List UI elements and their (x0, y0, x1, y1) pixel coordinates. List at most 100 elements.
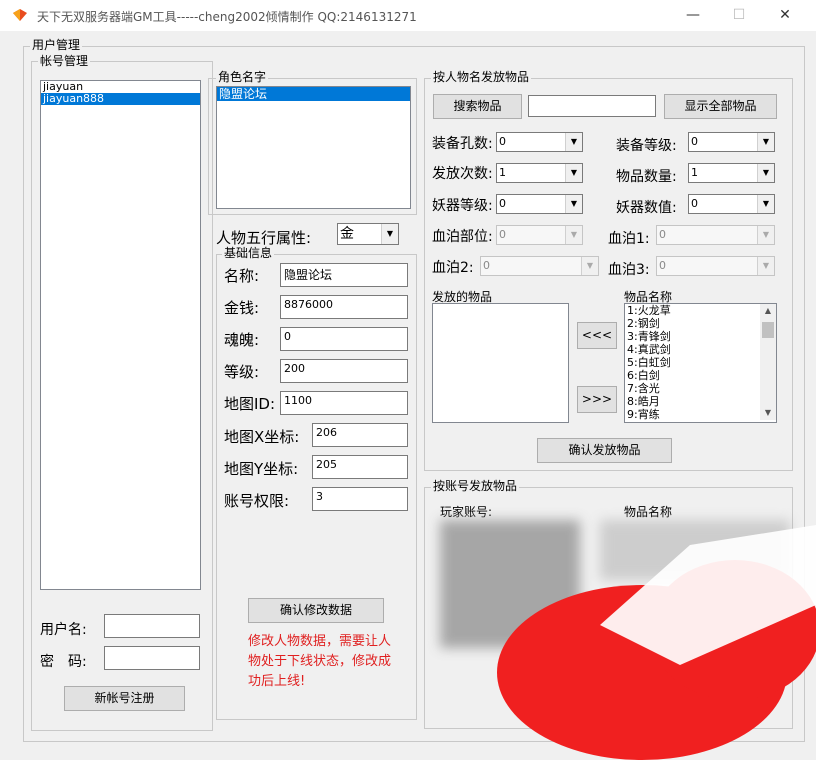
name-label: 名称: (224, 267, 260, 285)
chevron-down-icon[interactable]: ▼ (381, 224, 398, 244)
blood3-select: 0 ▼ (656, 256, 775, 276)
permission-input[interactable]: 3 (312, 487, 408, 511)
window-title: 天下无双服务器端GM工具-----cheng2002倾情制作 QQ:214613… (37, 10, 417, 24)
account-list-item-selected[interactable]: jiayuan888 (41, 93, 200, 105)
list-item[interactable]: 1:火龙草 (625, 304, 776, 317)
blood1-select: 0 ▼ (656, 225, 775, 245)
role-list-item-selected[interactable]: 隐盟论坛 (217, 87, 410, 101)
list-item[interactable]: 2:钢剑 (625, 317, 776, 330)
chevron-down-icon: ▼ (581, 257, 598, 275)
chevron-down-icon[interactable]: ▼ (757, 164, 774, 182)
blood1-value: 0 (659, 228, 666, 241)
times-value: 1 (499, 166, 506, 179)
role-name-label: 角色名字 (216, 70, 269, 84)
holes-label: 装备孔数: (432, 136, 493, 152)
issued-items-list[interactable] (432, 303, 569, 423)
map-x-input[interactable]: 206 (312, 423, 408, 447)
item-list-scrollbar[interactable]: ▲ ▼ (760, 304, 776, 420)
minimize-button[interactable]: — (670, 0, 716, 31)
user-management-label: 用户管理 (30, 38, 83, 52)
times-label: 发放次数: (432, 166, 493, 182)
basic-info-label: 基础信息 (222, 246, 275, 260)
list-item[interactable]: 4:真武剑 (625, 343, 776, 356)
blood3-label: 血泊3: (608, 262, 650, 278)
username-input[interactable] (104, 614, 200, 638)
map-id-label: 地图ID: (224, 395, 276, 413)
level-label: 等级: (224, 363, 260, 381)
chevron-down-icon[interactable]: ▼ (565, 133, 582, 151)
name-input[interactable]: 隐盟论坛 (280, 263, 408, 287)
money-input[interactable]: 8876000 (280, 295, 408, 319)
confirm-distribute-button[interactable]: 确认发放物品 (537, 438, 672, 463)
five-elements-label: 人物五行属性: (216, 229, 312, 247)
item-names-list[interactable]: 1:火龙草 2:钢剑 3:青锋剑 4:真武剑 5:白虹剑 6:白剑 7:含光 8… (624, 303, 777, 423)
map-y-label: 地图Y坐标: (224, 460, 299, 478)
blood3-value: 0 (659, 259, 666, 272)
chevron-down-icon: ▼ (757, 226, 774, 244)
distribute-by-name-label: 按人物名发放物品 (431, 70, 532, 84)
holes-value: 0 (499, 135, 506, 148)
scrollbar-thumb[interactable] (762, 322, 774, 338)
blood-part-select: 0 ▼ (496, 225, 583, 245)
map-x-label: 地图X坐标: (224, 428, 300, 446)
demon-level-value: 0 (499, 197, 506, 210)
search-items-input[interactable] (528, 95, 656, 117)
level-input[interactable]: 200 (280, 359, 408, 383)
chevron-down-icon[interactable]: ▼ (565, 195, 582, 213)
confirm-modify-button[interactable]: 确认修改数据 (248, 598, 384, 623)
five-elements-select[interactable]: 金 ▼ (337, 223, 399, 245)
money-label: 金钱: (224, 299, 260, 317)
player-account-label: 玩家账号: (440, 505, 493, 519)
blood2-value: 0 (483, 259, 490, 272)
equip-level-select[interactable]: 0 ▼ (688, 132, 775, 152)
equip-level-value: 0 (691, 135, 698, 148)
role-list[interactable]: 隐盟论坛 (216, 86, 411, 209)
password-input[interactable] (104, 646, 200, 670)
demon-level-label: 妖器等级: (432, 198, 493, 214)
blood-part-value: 0 (499, 228, 506, 241)
account-list[interactable]: jiayuan jiayuan888 (40, 80, 201, 590)
chevron-down-icon[interactable]: ▼ (565, 164, 582, 182)
scroll-up-icon[interactable]: ▲ (760, 304, 776, 318)
move-left-button[interactable]: <<< (577, 322, 617, 349)
demon-level-select[interactable]: 0 ▼ (496, 194, 583, 214)
quantity-label: 物品数量: (616, 169, 677, 185)
list-item[interactable]: 5:白虹剑 (625, 356, 776, 369)
list-item[interactable]: 9:宵练 (625, 408, 776, 421)
blood1-label: 血泊1: (608, 231, 650, 247)
demon-value-label: 妖器数值: (616, 200, 677, 216)
list-item[interactable]: 8:皓月 (625, 395, 776, 408)
show-all-items-button[interactable]: 显示全部物品 (664, 94, 777, 119)
list-item[interactable]: 3:青锋剑 (625, 330, 776, 343)
password-label: 密 码: (40, 654, 87, 670)
demon-value-select[interactable]: 0 ▼ (688, 194, 775, 214)
register-account-button[interactable]: 新帐号注册 (64, 686, 185, 711)
maximize-button[interactable]: ☐ (716, 0, 762, 31)
modify-warning-text: 修改人物数据，需要让人物处于下线状态，修改成功后上线! (248, 634, 392, 689)
equip-level-label: 装备等级: (616, 138, 677, 154)
chevron-down-icon[interactable]: ▼ (757, 195, 774, 213)
scroll-down-icon[interactable]: ▼ (760, 406, 776, 420)
quantity-value: 1 (691, 166, 698, 179)
holes-select[interactable]: 0 ▼ (496, 132, 583, 152)
blood2-label: 血泊2: (432, 260, 474, 276)
soul-label: 魂魄: (224, 331, 260, 349)
soul-input[interactable]: 0 (280, 327, 408, 351)
search-items-button[interactable]: 搜索物品 (433, 94, 522, 119)
times-select[interactable]: 1 ▼ (496, 163, 583, 183)
close-button[interactable]: ✕ (762, 0, 808, 31)
quantity-select[interactable]: 1 ▼ (688, 163, 775, 183)
blood2-select: 0 ▼ (480, 256, 599, 276)
account-management-label: 帐号管理 (38, 54, 91, 68)
map-y-input[interactable]: 205 (312, 455, 408, 479)
permission-label: 账号权限: (224, 492, 290, 510)
distribute-by-account-label: 按账号发放物品 (431, 479, 520, 493)
map-id-input[interactable]: 1100 (280, 391, 408, 415)
chevron-down-icon: ▼ (757, 257, 774, 275)
blood-part-label: 血泊部位: (432, 229, 493, 245)
move-right-button[interactable]: >>> (577, 386, 617, 413)
app-icon (13, 9, 27, 21)
list-item[interactable]: 7:含光 (625, 382, 776, 395)
chevron-down-icon[interactable]: ▼ (757, 133, 774, 151)
list-item[interactable]: 6:白剑 (625, 369, 776, 382)
